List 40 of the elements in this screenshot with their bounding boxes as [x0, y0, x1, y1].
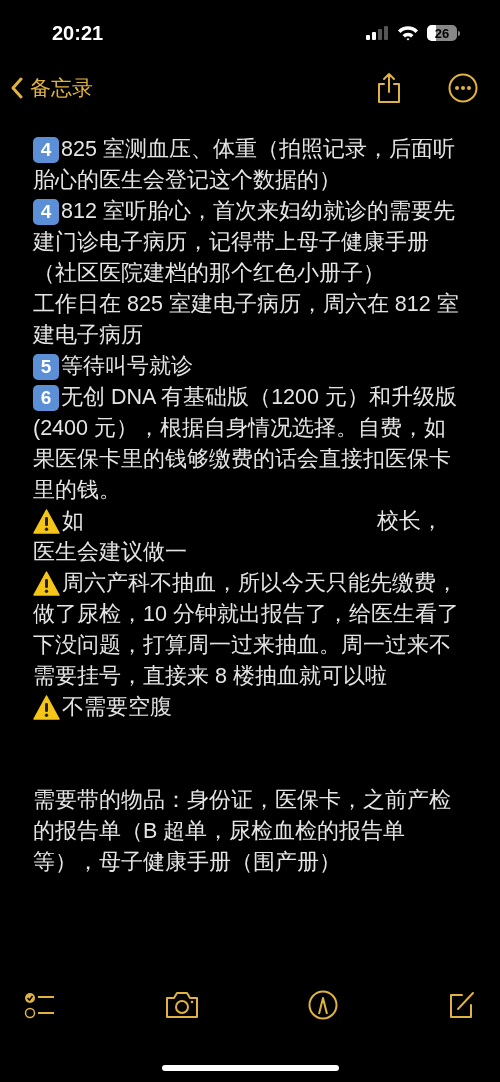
note-line: 胎心的医生会登记这个数据的） — [33, 167, 341, 195]
note-line: 果医保卡里的钱够缴费的话会直接扣医保卡 — [33, 446, 451, 474]
share-icon[interactable] — [376, 72, 402, 104]
warning-icon — [33, 571, 60, 596]
note-line: 的报告单（B 超单，尿检血检的报告单 — [33, 818, 406, 846]
keycap-number: 6 — [33, 384, 59, 411]
note-line: 校长， — [377, 508, 444, 536]
note-line: (2400 元），根据自身情况选择。自费，如 — [33, 415, 446, 443]
back-button[interactable]: 备忘录 — [10, 72, 93, 104]
note-line: 等），母子健康手册（围产册） — [33, 849, 341, 877]
signal-icon — [365, 25, 389, 41]
note-line: （社区医院建档的那个红色小册子） — [33, 260, 385, 288]
note-line: 建电子病历 — [33, 322, 143, 350]
note-line: 如 — [62, 508, 84, 536]
keycap-number: 4 — [33, 136, 59, 163]
pen-icon[interactable] — [308, 990, 338, 1020]
note-line: 无创 DNA 有基础版（1200 元）和升级版 — [61, 384, 457, 412]
note-line: 建门诊电子病历，记得带上母子健康手册 — [33, 229, 429, 257]
keycap-number: 5 — [33, 353, 59, 380]
wifi-icon — [397, 25, 419, 41]
checklist-icon[interactable] — [24, 991, 56, 1019]
keycap-number: 4 — [33, 198, 59, 225]
note-line: 里的钱。 — [33, 477, 121, 505]
note-line: 等待叫号就诊 — [61, 353, 193, 381]
note-line: 需要带的物品：身份证，医保卡，之前产检 — [33, 787, 451, 815]
camera-icon[interactable] — [164, 991, 200, 1019]
note-line: 做了尿检，10 分钟就出报告了，给医生看了 — [33, 601, 459, 629]
note-line: 工作日在 825 室建电子病历，周六在 812 室 — [33, 291, 459, 319]
note-line: 需要挂号，直接来 8 楼抽血就可以啦 — [33, 663, 387, 691]
note-line: 下没问题，打算周一过来抽血。周一过来不 — [33, 632, 451, 660]
more-icon[interactable] — [448, 73, 478, 103]
warning-icon — [33, 695, 60, 720]
note-line: 825 室测血压、体重（拍照记录，后面听 — [61, 136, 455, 164]
note-line: 医生会建议做一 — [33, 539, 187, 567]
back-icon — [10, 77, 24, 99]
note-line: 812 室听胎心，首次来妇幼就诊的需要先 — [61, 198, 455, 226]
status-time: 20:21 — [52, 21, 104, 46]
note-line: 不需要空腹 — [62, 694, 172, 722]
warning-icon — [33, 509, 60, 534]
note-line: 周六产科不抽血，所以今天只能先缴费， — [62, 570, 458, 598]
